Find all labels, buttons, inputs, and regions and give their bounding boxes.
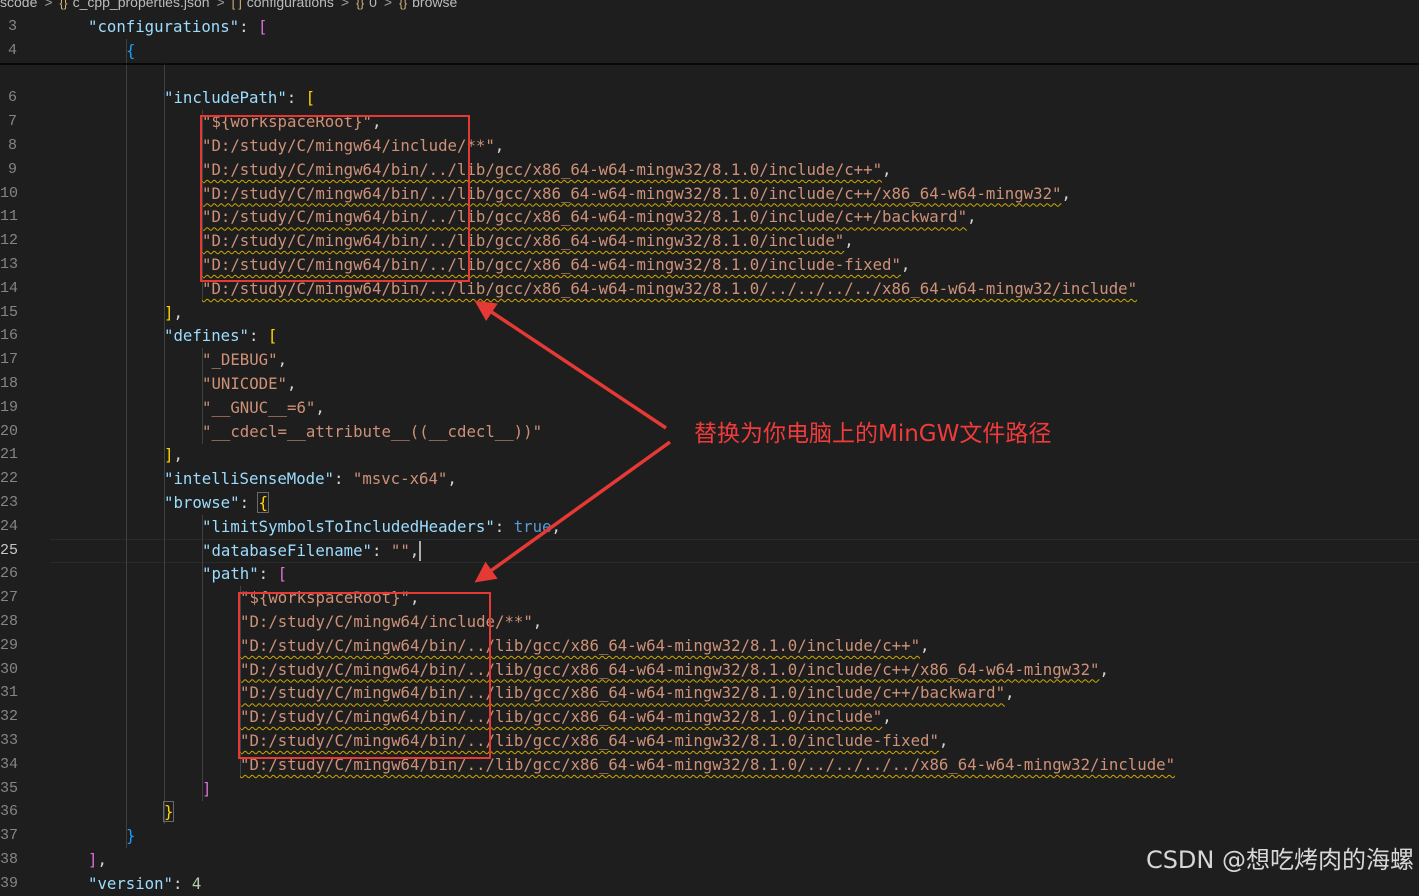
watermark: CSDN @想吃烤肉的海螺 [1145,846,1414,874]
annotation-text: 替换为你电脑上的MinGW文件路径 [694,421,1052,447]
arrow-to-includepath [474,300,667,430]
arrow-to-browse-path [474,440,672,583]
